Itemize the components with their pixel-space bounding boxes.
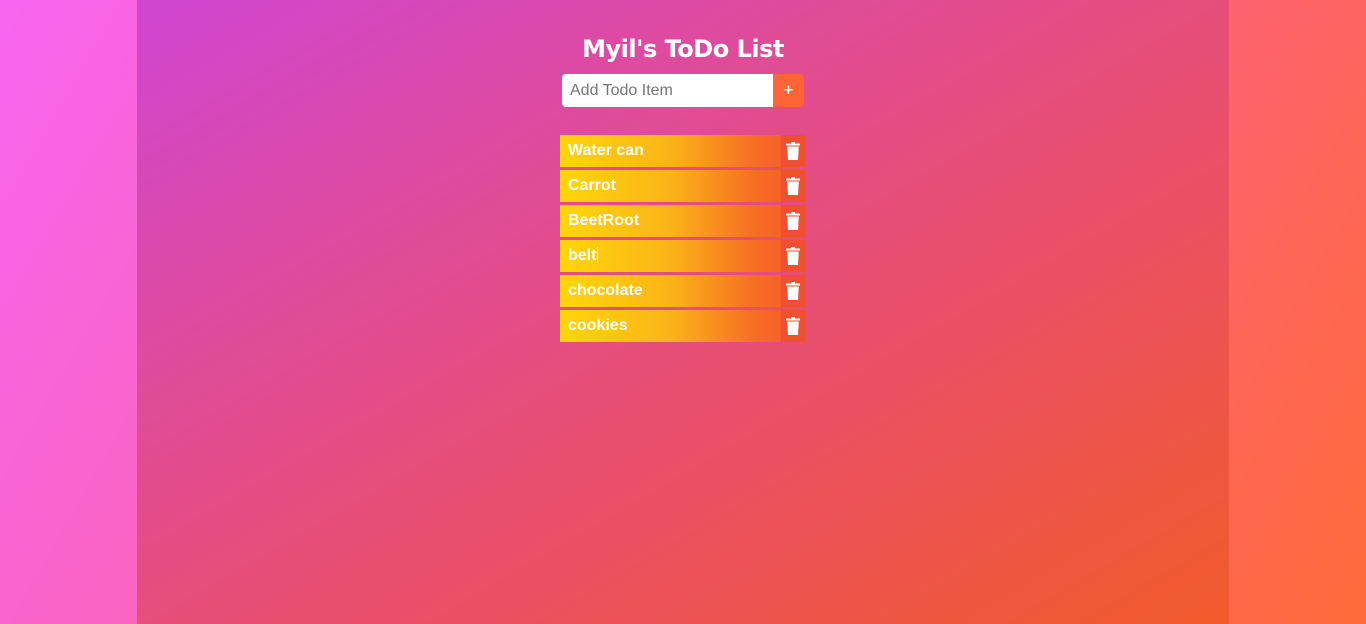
delete-button[interactable] bbox=[781, 135, 805, 167]
todo-text[interactable]: cookies bbox=[560, 317, 628, 335]
todo-item: chocolate bbox=[560, 275, 805, 307]
app-container: Myil's ToDo List + Water can Carrot Beet… bbox=[137, 0, 1229, 624]
todo-item: BeetRoot bbox=[560, 205, 805, 237]
todo-text-value: belt bbox=[568, 247, 597, 264]
todo-text[interactable]: chocolate bbox=[560, 282, 643, 300]
add-todo-button[interactable]: + bbox=[773, 74, 804, 107]
text-caret bbox=[597, 247, 599, 263]
delete-button[interactable] bbox=[781, 205, 805, 237]
todo-item: Carrot bbox=[560, 170, 805, 202]
page-title: Myil's ToDo List bbox=[582, 35, 784, 64]
delete-button[interactable] bbox=[781, 240, 805, 272]
todo-text-editing[interactable]: belt bbox=[560, 247, 599, 265]
todo-text[interactable]: BeetRoot bbox=[560, 212, 639, 230]
trash-icon bbox=[786, 282, 800, 300]
todo-text[interactable]: Carrot bbox=[560, 177, 616, 195]
add-todo-form: + bbox=[562, 74, 804, 107]
delete-button[interactable] bbox=[781, 170, 805, 202]
trash-icon bbox=[786, 177, 800, 195]
todo-item: cookies bbox=[560, 310, 805, 342]
trash-icon bbox=[786, 317, 800, 335]
delete-button[interactable] bbox=[781, 310, 805, 342]
delete-button[interactable] bbox=[781, 275, 805, 307]
todo-item: belt bbox=[560, 240, 805, 272]
trash-icon bbox=[786, 212, 800, 230]
trash-icon bbox=[786, 247, 800, 265]
todo-list: Water can Carrot BeetRoot belt chocolate… bbox=[560, 135, 805, 345]
trash-icon bbox=[786, 142, 800, 160]
todo-item: Water can bbox=[560, 135, 805, 167]
todo-text[interactable]: Water can bbox=[560, 142, 644, 160]
add-todo-input[interactable] bbox=[562, 74, 773, 107]
